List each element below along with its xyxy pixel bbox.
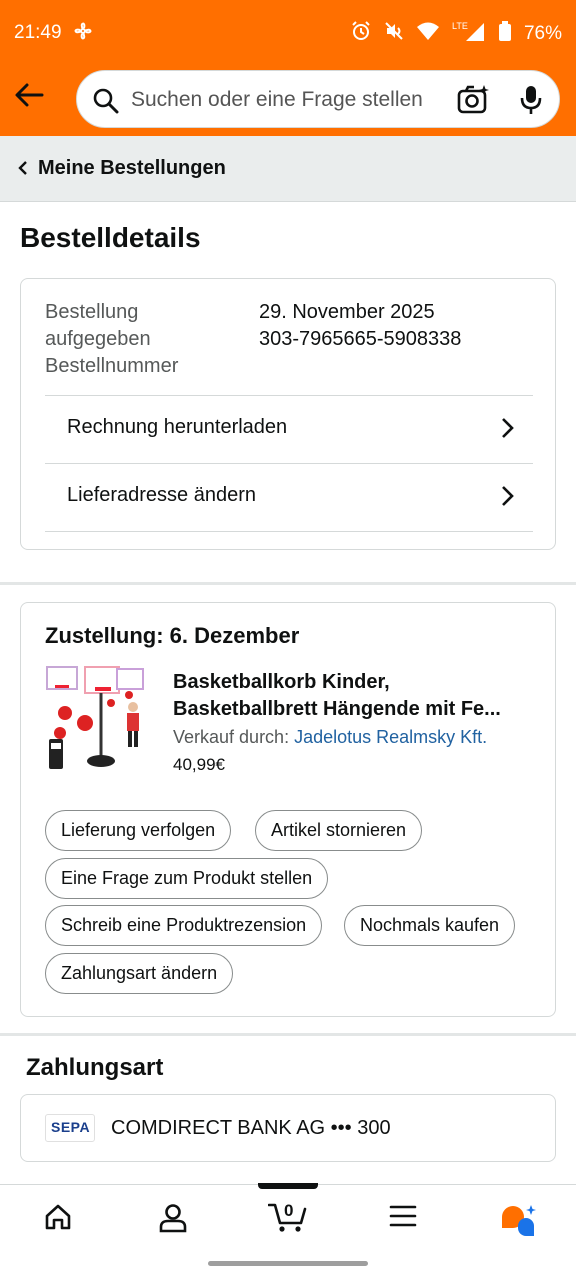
page-title: Bestelldetails	[20, 222, 201, 253]
battery-icon	[498, 21, 511, 47]
order-placed-label-2: aufgegeben	[45, 328, 151, 350]
product-title-line-2: Basketballbrett Hängende mit Fe...	[173, 698, 501, 720]
bottom-nav: 0	[0, 1183, 576, 1280]
payment-method: COMDIRECT BANK AG ••• 300	[111, 1117, 391, 1139]
fan-icon	[72, 20, 94, 48]
microphone-icon[interactable]	[519, 85, 543, 120]
alarm-icon	[351, 21, 371, 47]
cart-icon[interactable]: 0	[267, 1199, 308, 1238]
change-payment-button[interactable]: Zahlungsart ändern	[45, 953, 234, 994]
header: 21:49 LTE 76% Suchen oder eine Frage ste…	[0, 0, 576, 136]
search-icon	[93, 88, 119, 119]
buy-again-button[interactable]: Nochmals kaufen	[344, 905, 516, 946]
product-image[interactable]	[45, 665, 147, 775]
delivery-date: Zustellung: 6. Dezember	[45, 623, 300, 648]
svg-text:LTE: LTE	[452, 21, 468, 31]
back-link-my-orders[interactable]: Meine Bestellungen	[38, 157, 226, 180]
active-tab-indicator	[258, 1183, 318, 1189]
seller-info: Verkauf durch: Jadelotus Realmsky Kft.	[173, 727, 487, 748]
status-time: 21:49	[14, 22, 62, 43]
track-package-button[interactable]: Lieferung verfolgen	[45, 810, 232, 851]
change-address-link[interactable]: Lieferadresse ändern	[45, 463, 533, 532]
shipment-card: Zustellung: 6. Dezember Basketballkorb K…	[20, 602, 556, 1017]
account-icon[interactable]	[158, 1203, 188, 1238]
section-divider	[0, 1033, 576, 1036]
order-number-label: Bestellnummer	[45, 355, 179, 377]
product-title-link[interactable]: Basketballkorb Kinder, Basketballbrett H…	[173, 669, 538, 723]
order-number: 303-7965665-5908338	[259, 328, 462, 350]
home-icon[interactable]	[44, 1203, 72, 1236]
order-date: 29. November 2025	[259, 301, 435, 323]
ask-question-button[interactable]: Eine Frage zum Produkt stellen	[45, 858, 329, 899]
seller-prefix: Verkauf durch:	[173, 727, 295, 747]
mute-icon	[384, 21, 404, 47]
payment-title: Zahlungsart	[26, 1054, 164, 1081]
product-title-line-1: Basketballkorb Kinder,	[173, 671, 390, 693]
rufus-icon[interactable]	[500, 1203, 538, 1244]
payment-card: SEPA COMDIRECT BANK AG ••• 300	[20, 1094, 556, 1162]
product-price: 40,99€	[173, 755, 225, 774]
status-right: LTE 76%	[351, 21, 562, 47]
status-bar: 21:49 LTE 76%	[0, 0, 576, 66]
camera-icon[interactable]	[457, 85, 489, 120]
chevron-right-icon	[501, 485, 515, 512]
wifi-icon	[416, 22, 439, 46]
lte-signal-icon: LTE	[452, 21, 486, 47]
back-arrow-icon[interactable]	[14, 82, 46, 110]
download-invoice-link[interactable]: Rechnung herunterladen	[45, 395, 533, 463]
battery-percent: 76%	[523, 23, 562, 44]
sepa-logo-text: SEPA	[51, 1119, 91, 1135]
search-input[interactable]: Suchen oder eine Frage stellen	[131, 88, 423, 112]
cart-count: 0	[284, 1201, 293, 1220]
section-divider	[0, 582, 576, 585]
search-bar[interactable]: Suchen oder eine Frage stellen	[76, 70, 560, 128]
breadcrumb-back[interactable]: Meine Bestellungen	[0, 136, 576, 202]
sepa-logo: SEPA	[45, 1114, 95, 1142]
gesture-handle	[208, 1261, 368, 1266]
chevron-left-icon	[18, 161, 28, 180]
chevron-right-icon	[501, 417, 515, 444]
seller-link[interactable]: Jadelotus Realmsky Kft.	[294, 727, 487, 747]
cancel-item-button[interactable]: Artikel stornieren	[255, 810, 423, 851]
change-address-label: Lieferadresse ändern	[67, 484, 257, 506]
order-info-card: Bestellung aufgegeben Bestellnummer 29. …	[20, 278, 556, 550]
menu-icon[interactable]	[389, 1203, 417, 1234]
order-placed-label: Bestellung	[45, 301, 139, 323]
download-invoice-label: Rechnung herunterladen	[67, 416, 288, 438]
write-review-button[interactable]: Schreib eine Produktrezension	[45, 905, 323, 946]
